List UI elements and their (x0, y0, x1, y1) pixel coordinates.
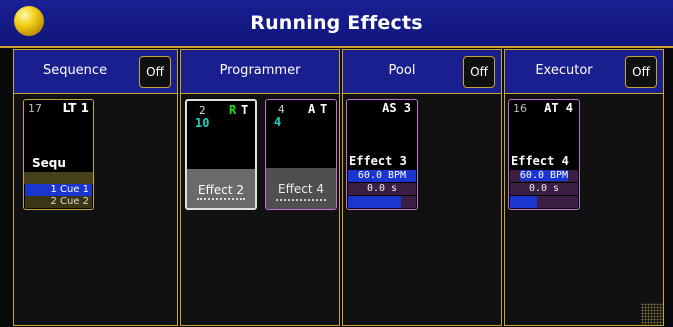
card-progress-dots (276, 199, 326, 203)
pool-effect-card[interactable]: AS 3 Effect 3 60.0 BPM 0.0 s (346, 99, 418, 210)
sequence-body: 17 LT 1 Sequ 1 Cue 1 2 Cue 2 (14, 95, 177, 325)
executor-effect-card[interactable]: 16 AT 4 Effect 4 60.0 BPM 0.0 s (508, 99, 580, 210)
card-header: AT 4 (544, 101, 573, 115)
bpm-value: 60.0 BPM (348, 170, 416, 182)
title-bar: Running Effects (0, 0, 673, 48)
programmer-effect-card[interactable]: 2 R T 10 Effect 2 (185, 99, 257, 210)
programmer-header: Programmer (181, 50, 339, 94)
time-value: 0.0 s (510, 183, 578, 195)
card-letter-t: T (241, 103, 249, 117)
resize-grip-icon[interactable] (641, 303, 663, 325)
card-id: 4 (274, 115, 282, 129)
pool-label: Pool (388, 63, 416, 78)
card-number: 17 (28, 102, 42, 115)
card-letter-r: R (229, 103, 237, 117)
programmer-effect-card[interactable]: 4 A T 4 Effect 4 (265, 99, 337, 210)
sequence-panel: Sequence Off 17 LT 1 Sequ 1 Cue 1 2 Cue … (13, 49, 178, 326)
card-name: Effect 3 (349, 154, 407, 168)
pool-header: Pool Off (343, 50, 501, 94)
pool-body: AS 3 Effect 3 60.0 BPM 0.0 s (343, 95, 501, 325)
window-title: Running Effects (250, 12, 423, 34)
card-progress-dots (197, 198, 245, 202)
progress-fill (348, 196, 402, 208)
executor-label: Executor (535, 63, 593, 78)
executor-header: Executor Off (505, 50, 663, 94)
card-name: Effect 4 (511, 154, 569, 168)
cue-item-active[interactable]: 1 Cue 1 (25, 184, 92, 196)
programmer-panel: Programmer 2 R T 10 Effect 2 4 A T 4 Eff… (180, 49, 340, 326)
pool-panel: Pool Off AS 3 Effect 3 60.0 BPM 0.0 s (342, 49, 502, 326)
card-header: LT 1 (62, 101, 89, 115)
card-letter-a: A (308, 102, 316, 116)
programmer-label: Programmer (219, 63, 301, 78)
card-letter-t: T (320, 102, 328, 116)
card-id: 10 (195, 116, 210, 130)
pool-off-button[interactable]: Off (463, 56, 495, 88)
card-name: Effect 4 (278, 182, 324, 196)
executor-body: 16 AT 4 Effect 4 60.0 BPM 0.0 s (505, 95, 663, 325)
progress-track (348, 196, 416, 208)
progress-fill (510, 196, 538, 208)
card-number: 16 (513, 102, 527, 115)
card-name: Sequ (32, 156, 66, 170)
bpm-value: 60.0 BPM (510, 170, 578, 182)
cue-divider (24, 172, 93, 184)
bpm-value-text: 60.0 BPM (519, 170, 569, 181)
programmer-body: 2 R T 10 Effect 2 4 A T 4 Effect 4 (181, 95, 339, 325)
card-name: Effect 2 (198, 183, 244, 197)
progress-track (510, 196, 578, 208)
sequence-card[interactable]: 17 LT 1 Sequ 1 Cue 1 2 Cue 2 (23, 99, 94, 210)
sequence-header: Sequence Off (14, 50, 177, 94)
executor-panel: Executor Off 16 AT 4 Effect 4 60.0 BPM 0… (504, 49, 664, 326)
card-header: AS 3 (382, 101, 411, 115)
executor-off-button[interactable]: Off (625, 56, 657, 88)
sequence-off-button[interactable]: Off (139, 56, 171, 88)
time-value: 0.0 s (348, 183, 416, 195)
sequence-label: Sequence (42, 63, 108, 78)
cue-item[interactable]: 2 Cue 2 (25, 196, 92, 208)
